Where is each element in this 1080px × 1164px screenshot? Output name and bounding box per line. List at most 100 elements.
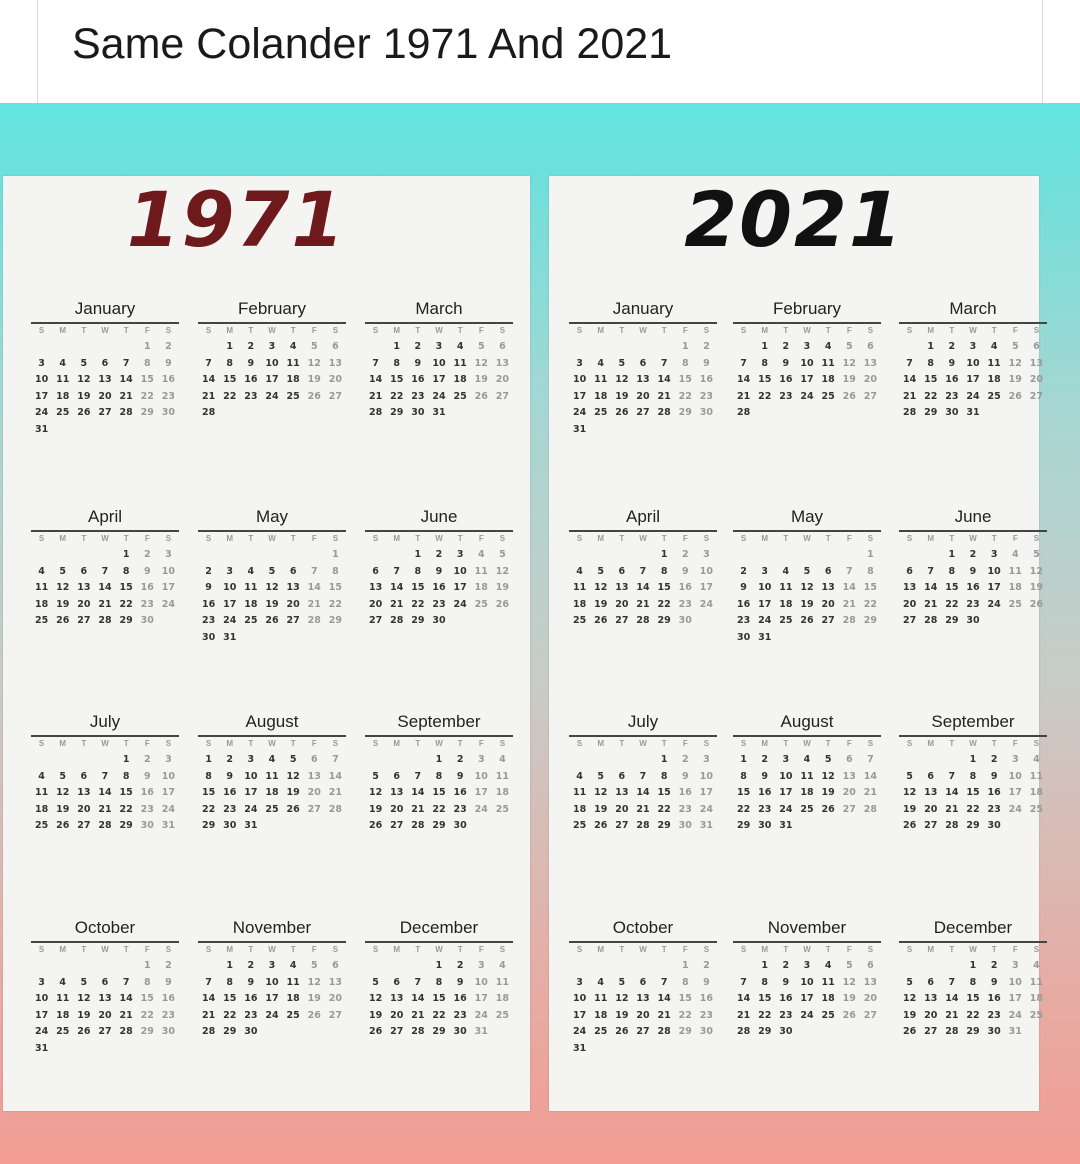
week-row: 15 16 17 18 19 20 21 [198,785,346,802]
day-number [492,818,513,835]
day-number [984,405,1005,422]
day-number [1026,818,1047,835]
day-number: 20 [98,390,112,402]
weekday-label: T [661,739,667,748]
month-name: June [954,507,992,526]
day-number: 17 [800,374,814,385]
day-number: 27 [307,803,321,815]
weekday-label: S [703,945,710,954]
weekday-label: S [499,326,506,335]
day-number: 20 [821,598,835,610]
week-row: 7 8 9 10 11 12 13 [899,356,1047,373]
weekday-label: F [144,326,150,335]
weekday-label: F [144,739,150,748]
day-number: 6 [310,754,318,765]
day-number: 5 [310,960,318,971]
day-number: 20 [286,598,300,610]
weekday-header: SMTWTFS [569,532,717,545]
day-number: 19 [56,803,70,815]
day-number: 16 [161,374,176,385]
day-number: 7 [310,565,318,577]
day-number: 26 [495,598,510,610]
day-number: 27 [495,390,510,402]
week-row: 19 20 21 22 23 24 25 [899,802,1047,819]
day-number [325,405,346,422]
day-number: 24 [474,803,488,815]
weekday-header: SMTWTFS [733,324,881,337]
weekday-label: W [268,945,276,954]
weekday-label: S [165,534,172,543]
day-number: 16 [411,374,425,385]
day-number: 20 [924,803,938,815]
weekday-label: M [597,945,605,954]
week-row: 1 2 3 4 [899,958,1047,975]
day-number: 28 [842,615,856,626]
day-number: 22 [411,598,425,610]
week-row: 2 3 4 5 6 7 8 [733,564,881,581]
day-number: 9 [740,582,747,593]
day-number: 11 [286,976,300,988]
week-row: 24 25 26 27 28 29 30 [569,405,717,422]
day-number: 14 [842,582,856,593]
day-number: 27 [863,1009,878,1021]
day-number: 23 [966,598,980,610]
month-name: May [790,507,824,526]
day-number: 31 [161,820,176,831]
day-number: 18 [1029,787,1044,798]
day-number: 13 [495,357,510,369]
weekday-label: W [639,739,647,748]
day-number: 15 [924,374,938,385]
week-row: 18 19 20 21 22 23 24 [569,802,717,819]
day-number: 25 [821,390,835,402]
day-number [365,547,386,564]
day-number: 20 [636,390,650,402]
week-row: 28 29 30 [198,1024,346,1041]
week-row: 23 24 25 26 27 28 29 [198,613,346,630]
day-number: 5 [845,960,853,971]
weekday-label: T [949,945,955,954]
week-row: 27 28 29 30 [365,613,513,630]
day-number: 18 [1008,582,1022,593]
day-number: 21 [390,598,404,610]
day-number: 11 [265,770,279,782]
day-number: 15 [966,787,980,798]
week-row: 13 14 15 16 17 18 19 [365,580,513,597]
day-number: 6 [101,357,109,369]
day-number: 26 [842,390,856,402]
month-january: January S M T W T F S 1 2 3 4 5 6 7 8 9 10 11 12 13 14 15 16 17 1… [31,298,179,438]
day-number: 3 [268,341,276,352]
weekday-label: S [205,326,212,335]
weekday-label: M [927,739,935,748]
day-number [632,547,653,564]
day-number: 11 [821,357,835,369]
day-number: 17 [244,787,258,798]
day-number: 21 [201,1009,216,1021]
day-number: 19 [902,803,917,815]
day-number: 12 [77,993,91,1004]
day-number [198,339,219,356]
day-number [52,339,73,356]
day-number: 14 [736,374,751,385]
month-december: December S M T W T F S 1 2 3 4 5 6 7 8 9 10 11 12 13 14 15 16 17… [365,917,513,1041]
day-number [899,339,920,356]
day-number: 28 [411,1026,425,1037]
month-name: August [780,712,834,731]
day-number: 25 [265,803,279,815]
day-number: 13 [636,374,650,385]
month-november: November S M T W T F S 1 2 3 4 5 6 7 8 9 10 11 12 13 14 15 16 17… [198,917,346,1041]
day-number: 1 [205,754,212,765]
day-number: 20 [863,374,878,385]
weekday-label: F [682,739,688,748]
day-number [52,1041,73,1058]
day-number: 25 [1029,803,1044,815]
day-number: 19 [286,787,300,798]
post-image[interactable]: 1971 January S M T W T F S 1 2 3 4 5 6 7 8 9 10 11 12 13 14 15… [0,103,1080,1164]
day-number [94,752,115,769]
week-row: 1 2 3 4 5 6 [733,958,881,975]
weekday-label: T [783,739,789,748]
day-number: 16 [678,787,692,798]
day-number: 19 [800,598,814,610]
day-number: 1 [660,754,668,765]
day-number: 18 [56,390,70,402]
day-number: 19 [368,803,383,815]
